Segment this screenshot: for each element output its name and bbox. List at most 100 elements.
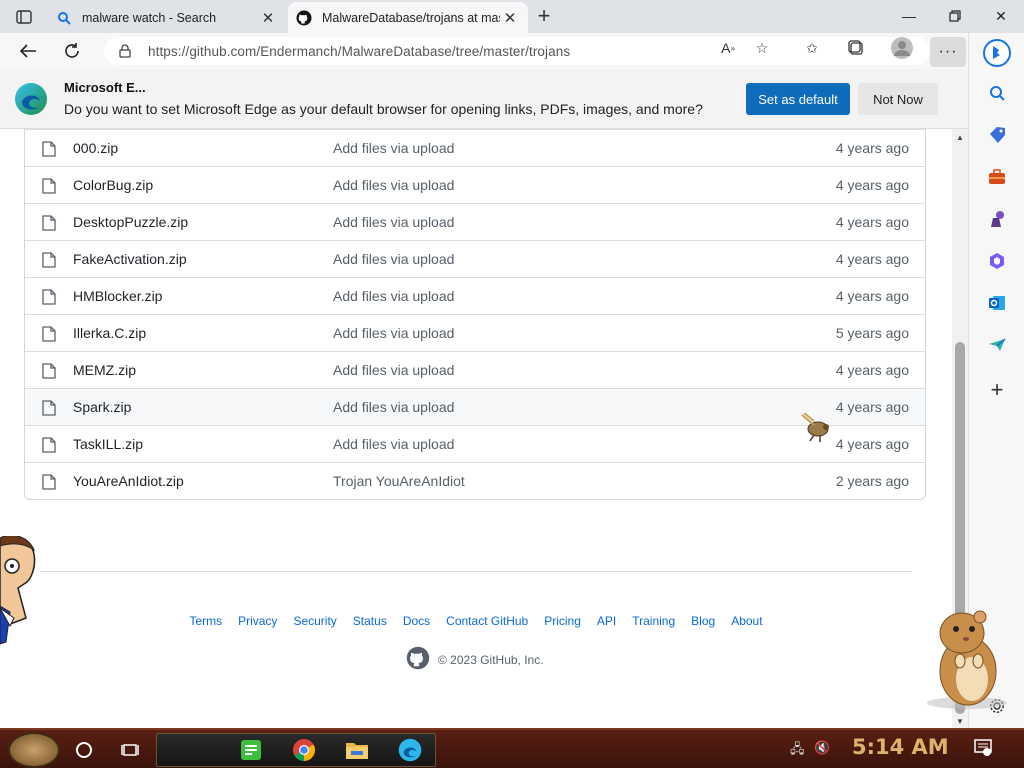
profile-avatar-icon[interactable] bbox=[890, 37, 914, 59]
office-icon[interactable] bbox=[985, 249, 1009, 273]
tab-title: malware watch - Search bbox=[82, 10, 217, 25]
settings-more-button[interactable]: ··· bbox=[930, 37, 966, 67]
file-row[interactable]: FakeActivation.zip Add files via upload 4 … bbox=[25, 240, 925, 277]
footer-link-terms[interactable]: Terms bbox=[189, 614, 222, 628]
file-row[interactable]: ColorBug.zip Add files via upload 4 years … bbox=[25, 166, 925, 203]
footer-copyright: © 2023 GitHub, Inc. bbox=[406, 646, 544, 673]
new-tab-button[interactable]: + bbox=[532, 3, 556, 28]
file-name-link[interactable]: DesktopPuzzle.zip bbox=[73, 214, 188, 230]
taskbar-clock[interactable]: 5:14 AM bbox=[852, 735, 949, 759]
file-explorer-icon[interactable] bbox=[343, 736, 371, 764]
file-list: ‥ 000.zipAdd files via upload4 years ago… bbox=[24, 129, 926, 500]
games-icon[interactable] bbox=[985, 207, 1009, 231]
commit-age: 4 years ago bbox=[835, 436, 909, 452]
github-logo-icon[interactable] bbox=[406, 646, 430, 673]
drop-icon[interactable] bbox=[985, 333, 1009, 357]
edge-logo-icon bbox=[14, 82, 48, 116]
close-icon[interactable]: ✕ bbox=[258, 8, 278, 28]
set-as-default-button[interactable]: Set as default bbox=[746, 83, 850, 115]
file-row[interactable]: HMBlocker.zip Add files via upload 4 years… bbox=[25, 277, 925, 314]
commit-message-link[interactable]: Add files via upload bbox=[333, 399, 454, 415]
restore-button[interactable] bbox=[932, 2, 978, 30]
cortana-search-icon[interactable] bbox=[70, 736, 98, 764]
tools-icon[interactable] bbox=[985, 165, 1009, 189]
commit-message-link[interactable]: Add files via upload bbox=[333, 325, 454, 341]
file-name-link[interactable]: YouAreAnIdiot.zip bbox=[73, 473, 184, 489]
file-row[interactable]: DesktopPuzzle.zip Add files via upload 4 y… bbox=[25, 203, 925, 240]
collections-icon[interactable] bbox=[844, 37, 868, 59]
volume-muted-icon[interactable]: 🔇 bbox=[814, 740, 830, 756]
tab-strip: malware watch - Search ✕ MalwareDatabase… bbox=[0, 0, 1024, 33]
commit-message-link[interactable]: Add files via upload bbox=[333, 177, 454, 193]
chrome-icon[interactable] bbox=[290, 736, 318, 764]
minimize-button[interactable]: — bbox=[886, 2, 932, 30]
footer-link-privacy[interactable]: Privacy bbox=[238, 614, 277, 628]
notifications-icon[interactable] bbox=[974, 738, 992, 759]
footer-link-blog[interactable]: Blog bbox=[691, 614, 715, 628]
file-name-link[interactable]: Illerka.C.zip bbox=[73, 325, 146, 341]
lock-icon[interactable] bbox=[118, 44, 132, 58]
scroll-down-icon[interactable]: ▼ bbox=[956, 717, 964, 726]
commit-message-link[interactable]: Trojan YouAreAnIdiot bbox=[333, 473, 465, 489]
file-name-link[interactable]: FakeActivation.zip bbox=[73, 251, 187, 267]
refresh-icon[interactable] bbox=[58, 37, 86, 65]
file-row[interactable]: Spark.zip Add files via upload 4 years ago bbox=[25, 388, 925, 425]
footer-links: Terms Privacy Security Status Docs Contact Gi… bbox=[0, 614, 952, 628]
commit-message-link[interactable]: Add files via upload bbox=[333, 251, 454, 267]
file-row[interactable]: TaskILL.zip Add files via upload 4 years a… bbox=[25, 425, 925, 462]
commit-message-link[interactable]: Add files via upload bbox=[333, 288, 454, 304]
commit-age: 4 years ago bbox=[835, 362, 909, 378]
tab-github[interactable]: MalwareDatabase/trojans at mas ✕ bbox=[288, 2, 528, 33]
infobar-message: Do you want to set Microsoft Edge as you… bbox=[64, 101, 703, 117]
footer-link-pricing[interactable]: Pricing bbox=[544, 614, 581, 628]
start-button[interactable] bbox=[8, 732, 60, 768]
sticky-notes-icon[interactable] bbox=[237, 736, 265, 764]
network-icon[interactable]: 🖧 bbox=[790, 740, 805, 762]
footer-link-docs[interactable]: Docs bbox=[403, 614, 430, 628]
scroll-up-icon[interactable]: ▲ bbox=[956, 133, 964, 142]
file-icon bbox=[42, 252, 56, 268]
back-icon[interactable] bbox=[14, 37, 42, 65]
file-name-link[interactable]: TaskILL.zip bbox=[73, 436, 143, 452]
default-browser-infobar: Microsoft E... Do you want to set Micros… bbox=[0, 69, 968, 129]
file-name-link[interactable]: HMBlocker.zip bbox=[73, 288, 162, 304]
footer-link-status[interactable]: Status bbox=[353, 614, 387, 628]
file-name-link[interactable]: MEMZ.zip bbox=[73, 362, 136, 378]
file-icon bbox=[42, 326, 56, 342]
read-aloud-icon[interactable]: A» bbox=[716, 37, 740, 59]
tab-search[interactable]: malware watch - Search ✕ bbox=[48, 2, 286, 33]
add-sidebar-app-icon[interactable]: + bbox=[985, 377, 1009, 402]
close-icon[interactable]: ✕ bbox=[500, 8, 520, 28]
commit-message-link[interactable]: Add files via upload bbox=[333, 214, 454, 230]
add-favorite-icon[interactable]: ☆ bbox=[750, 37, 774, 59]
edge-taskbar-icon[interactable] bbox=[396, 736, 424, 764]
task-view-icon[interactable] bbox=[116, 736, 144, 764]
footer-link-api[interactable]: API bbox=[597, 614, 616, 628]
footer-link-contact-github[interactable]: Contact GitHub bbox=[446, 614, 528, 628]
favorites-icon[interactable]: ✩ bbox=[800, 37, 824, 59]
file-row[interactable]: MEMZ.zip Add files via upload 4 years ago bbox=[25, 351, 925, 388]
commit-message-link[interactable]: Add files via upload bbox=[333, 362, 454, 378]
footer-link-security[interactable]: Security bbox=[293, 614, 336, 628]
not-now-button[interactable]: Not Now bbox=[858, 83, 938, 115]
github-icon bbox=[296, 10, 312, 26]
footer-link-training[interactable]: Training bbox=[632, 614, 675, 628]
bing-chat-icon[interactable] bbox=[981, 37, 1013, 69]
browser-window: malware watch - Search ✕ MalwareDatabase… bbox=[0, 0, 1024, 728]
file-name-link[interactable]: ColorBug.zip bbox=[73, 177, 153, 193]
tab-actions-icon[interactable] bbox=[10, 6, 38, 28]
footer-link-about[interactable]: About bbox=[731, 614, 762, 628]
file-row[interactable]: Illerka.C.zip Add files via upload 5 years… bbox=[25, 314, 925, 351]
file-name-link[interactable]: 000.zip bbox=[73, 140, 118, 156]
file-row[interactable]: 000.zip Add files via upload 4 years ago bbox=[25, 129, 925, 166]
file-name-link[interactable]: Spark.zip bbox=[73, 399, 131, 415]
file-icon bbox=[42, 474, 56, 490]
search-icon[interactable] bbox=[985, 81, 1009, 105]
file-row[interactable]: YouAreAnIdiot.zip Trojan YouAreAnIdiot 2 y… bbox=[25, 462, 925, 499]
commit-message-link[interactable]: Add files via upload bbox=[333, 140, 454, 156]
commit-message-link[interactable]: Add files via upload bbox=[333, 436, 454, 452]
infobar-title: Microsoft E... bbox=[64, 80, 146, 95]
close-window-button[interactable]: ✕ bbox=[978, 2, 1024, 30]
shopping-icon[interactable] bbox=[985, 123, 1009, 147]
outlook-icon[interactable] bbox=[985, 291, 1009, 315]
